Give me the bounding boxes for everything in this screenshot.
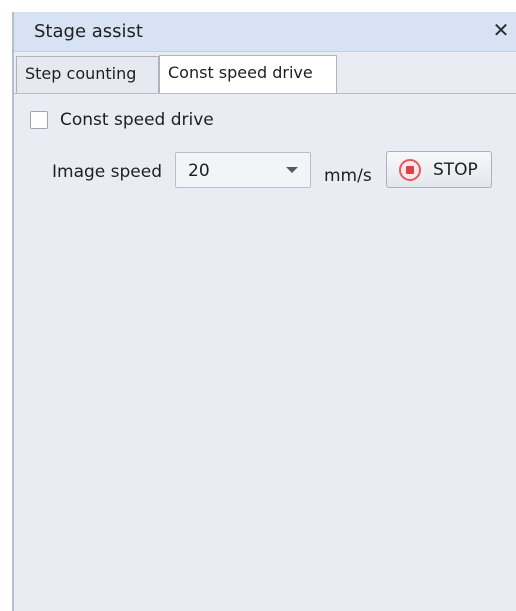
image-speed-value: 20 [188, 161, 210, 181]
stage-assist-panel: Stage assist ✕ Step counting Const speed… [12, 12, 516, 611]
image-speed-dropdown[interactable]: 20 [175, 152, 311, 188]
tab-step-counting-label: Step counting [25, 64, 137, 83]
panel-title: Stage assist [34, 21, 143, 42]
tab-const-speed-drive-label: Const speed drive [168, 63, 313, 82]
image-speed-label: Image speed [52, 162, 163, 182]
panel-titlebar: Stage assist ✕ [14, 12, 516, 52]
const-speed-drive-content: Const speed drive Image speed 20 mm/s ST… [14, 94, 516, 611]
image-speed-row: Image speed 20 mm/s STOP [14, 151, 516, 192]
const-speed-drive-checkbox[interactable] [30, 111, 48, 129]
stop-icon [399, 159, 421, 181]
close-icon[interactable]: ✕ [488, 17, 514, 43]
tab-const-speed-drive[interactable]: Const speed drive [159, 55, 337, 93]
stop-button-label: STOP [433, 160, 478, 180]
speed-unit-label: mm/s [324, 166, 372, 186]
const-speed-drive-checkbox-label: Const speed drive [60, 110, 214, 130]
const-speed-drive-checkbox-row[interactable]: Const speed drive [30, 108, 214, 132]
stop-button[interactable]: STOP [386, 151, 492, 188]
stop-square-shape [406, 166, 414, 174]
chevron-down-icon [286, 167, 298, 173]
tab-step-counting[interactable]: Step counting [16, 56, 159, 93]
